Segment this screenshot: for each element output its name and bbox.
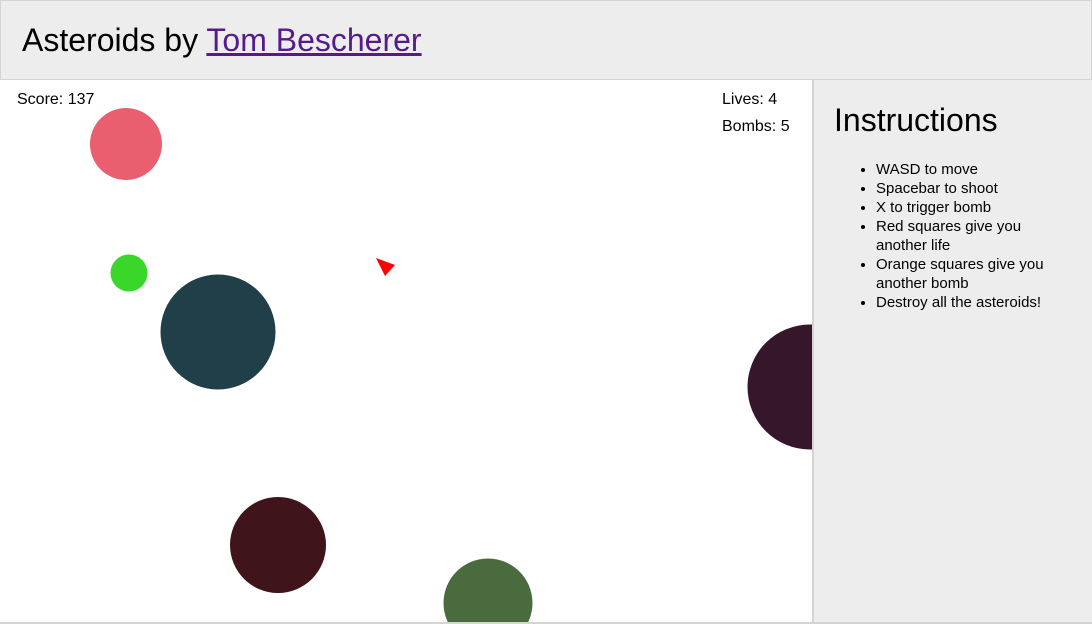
- asteroid-dark-purple: [747, 324, 812, 450]
- title-prefix: Asteroids by: [22, 22, 207, 58]
- game-field: [90, 108, 812, 622]
- instruction-item: Destroy all the asteroids!: [876, 293, 1074, 312]
- asteroid-dark-teal: [160, 274, 276, 390]
- asteroid-dark-maroon: [230, 497, 326, 593]
- instruction-item: Spacebar to shoot: [876, 179, 1074, 198]
- author-link[interactable]: Tom Bescherer: [206, 22, 421, 58]
- instructions-panel: Instructions WASD to move Spacebar to sh…: [812, 80, 1092, 622]
- game-canvas[interactable]: Score: 137 Lives: 4 Bombs: 5: [0, 80, 812, 622]
- asteroid-pink: [90, 108, 162, 180]
- instructions-title: Instructions: [834, 102, 998, 138]
- score-display: Score: 137: [17, 91, 95, 108]
- instruction-item: WASD to move: [876, 160, 1074, 179]
- lives-display: Lives: 4: [722, 91, 778, 108]
- page-header: Asteroids by Tom Bescherer: [0, 0, 1092, 80]
- player-ship: [376, 258, 395, 276]
- instructions-list: WASD to move Spacebar to shoot X to trig…: [834, 160, 1074, 312]
- instruction-item: Orange squares give you another bomb: [876, 255, 1074, 293]
- instruction-item: Red squares give you another life: [876, 217, 1074, 255]
- asteroid-olive-green: [443, 558, 533, 622]
- asteroid-small-green: [110, 254, 148, 292]
- page-title: Asteroids by Tom Bescherer: [22, 20, 422, 60]
- bombs-display: Bombs: 5: [722, 118, 790, 135]
- instruction-item: X to trigger bomb: [876, 198, 1074, 217]
